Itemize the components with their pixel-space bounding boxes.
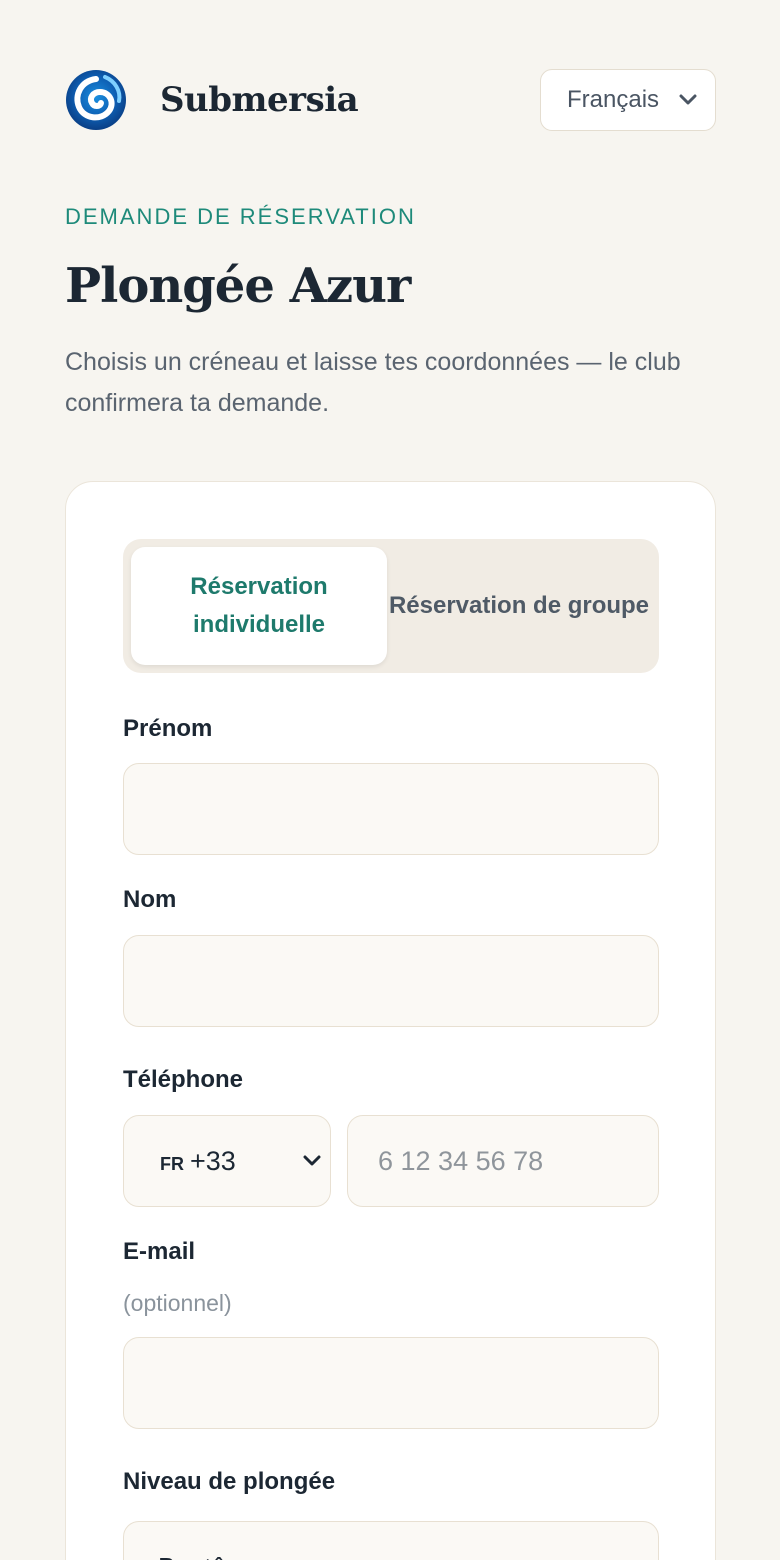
booking-form-card: Réservation individuelle Réservation de … <box>65 481 716 1560</box>
language-select[interactable]: Français <box>540 69 716 131</box>
chevron-down-icon <box>303 1155 321 1166</box>
dive-level-value: Baptême <box>158 1552 262 1560</box>
booking-type-tabs: Réservation individuelle Réservation de … <box>123 539 659 673</box>
dive-level-label: Niveau de plongée <box>123 1468 336 1495</box>
chevron-down-icon <box>679 94 697 105</box>
phone-dial-code: +33 <box>190 1145 236 1176</box>
last-name-label: Nom <box>123 886 177 913</box>
eyebrow-label: DEMANDE DE RÉSERVATION <box>65 204 416 229</box>
phone-number-field[interactable]: 6 12 34 56 78 <box>347 1115 659 1207</box>
booking-page: Submersia Français DEMANDE DE RÉSERVATIO… <box>0 0 780 1560</box>
tab-individual[interactable]: Réservation individuelle <box>131 547 387 665</box>
brand[interactable]: Submersia <box>65 69 359 131</box>
email-field[interactable] <box>123 1337 659 1429</box>
brand-name: Submersia <box>160 80 359 120</box>
page-subtitle: Choisis un créneau et laisse tes coordon… <box>65 348 681 417</box>
country-flag-code: FR <box>160 1153 184 1174</box>
last-name-field[interactable] <box>123 935 659 1027</box>
phone-number-placeholder: 6 12 34 56 78 <box>378 1145 544 1176</box>
phone-country-select[interactable]: FR +33 <box>123 1115 331 1207</box>
tab-group[interactable]: Réservation de groupe <box>387 547 651 665</box>
first-name-field[interactable] <box>123 763 659 855</box>
wave-logo-icon <box>66 70 126 130</box>
header: Submersia Français <box>65 65 716 135</box>
first-name-label: Prénom <box>123 715 213 742</box>
email-label: E-mail <box>123 1238 196 1265</box>
dive-level-select[interactable]: Baptême <box>123 1521 659 1560</box>
phone-label: Téléphone <box>123 1066 244 1093</box>
phone-country-code: FR +33 <box>160 1146 236 1177</box>
email-optional-hint: (optionnel) <box>123 1290 232 1316</box>
page-title: Plongée Azur <box>65 258 411 314</box>
language-value: Français <box>567 86 660 113</box>
